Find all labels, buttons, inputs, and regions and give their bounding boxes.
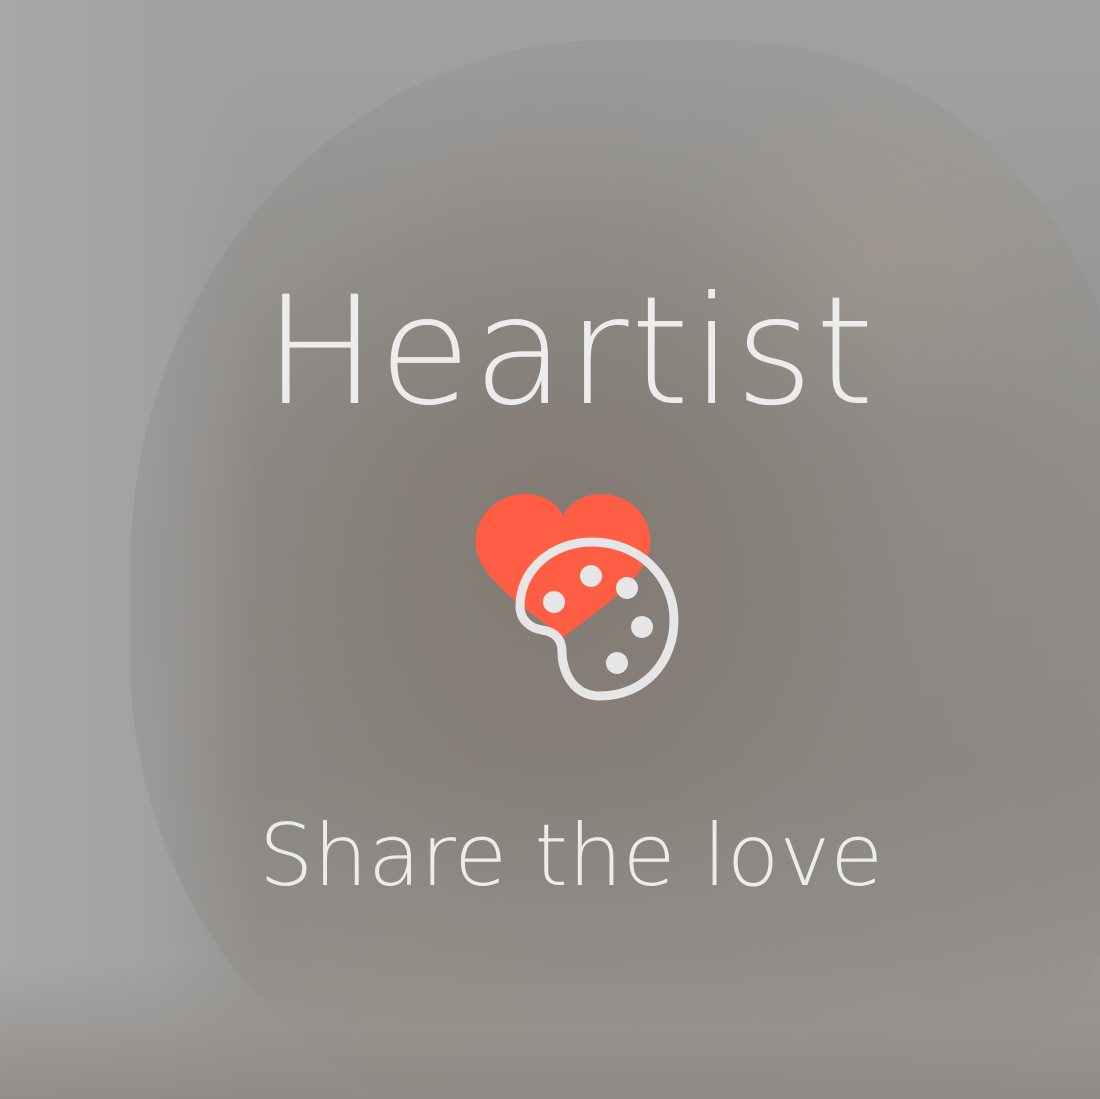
app-title: Heartist xyxy=(263,265,877,439)
heart-palette-icon xyxy=(470,490,685,705)
splash-screen: Heartist Share the love xyxy=(0,0,1100,1099)
heart-icon xyxy=(475,494,651,638)
tagline: Share the love xyxy=(258,806,884,906)
